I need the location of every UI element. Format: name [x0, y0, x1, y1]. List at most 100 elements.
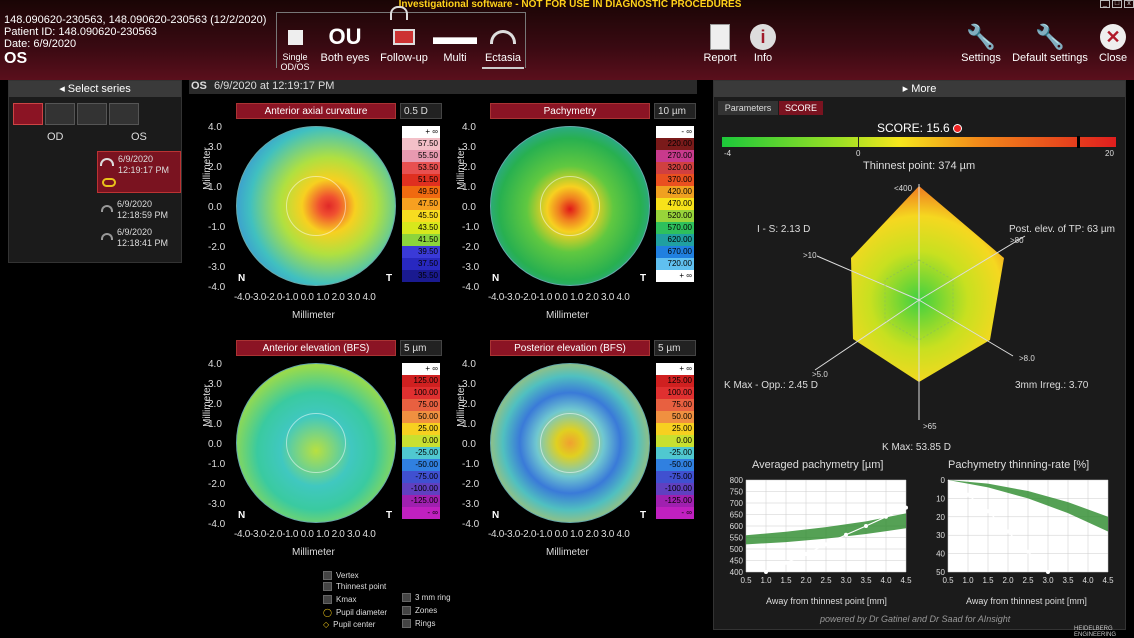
map-unit-select[interactable]: 5 µm [400, 340, 442, 356]
map-title[interactable]: Anterior elevation (BFS) [236, 340, 396, 356]
x-tick-label: 2.5 [1022, 576, 1034, 585]
heidelberg-logo: HEIDELBERG ENGINEERING [1074, 626, 1117, 638]
x-ticks: -4.0-3.0-2.0-1.0 0.0 1.0 2.0 3.0 4.0 [234, 292, 376, 303]
scale-value: 620.00 [656, 234, 694, 246]
multi-icon: ▬▬ [433, 24, 477, 49]
y-tick: 0.0 [462, 439, 476, 450]
kmax-opp-label: K Max - Opp.: 2.45 D [724, 380, 818, 391]
default-settings-button[interactable]: 🔧 Default settings [1008, 22, 1092, 65]
x-tick-label: 3.5 [860, 576, 872, 585]
more-header[interactable]: ▸ More [714, 81, 1125, 97]
vertex-label: Vertex [336, 571, 359, 580]
x-ticks: -4.0-3.0-2.0-1.0 0.0 1.0 2.0 3.0 4.0 [488, 529, 630, 540]
multi-button[interactable]: ▬▬ Multi [433, 22, 477, 64]
scale-value: 51.50 [402, 174, 440, 186]
x-tick-label: 1.0 [962, 576, 974, 585]
pupil-diameter-toggle[interactable]: ◯ Pupil diameter [323, 608, 387, 617]
irreg-label: 3mm Irreg.: 3.70 [1015, 380, 1089, 391]
y-tick: -4.0 [462, 519, 480, 530]
y-tick-label: 0 [941, 476, 946, 485]
tab-parameters[interactable]: Parameters [718, 101, 778, 115]
scan-filter-icon[interactable] [77, 103, 107, 125]
multi-label: Multi [443, 52, 467, 64]
scale-value: 57.50 [402, 138, 440, 150]
close-button[interactable]: ✕ Close [1096, 22, 1130, 64]
scale-value: 49.50 [402, 186, 440, 198]
both-eyes-icon: OU [328, 24, 362, 49]
chart1-title: Averaged pachymetry [µm] [752, 459, 884, 471]
thinnest-label: Thinnest point [336, 582, 387, 591]
scale-value: 39.50 [402, 246, 440, 258]
follow-up-button[interactable]: Follow-up [378, 22, 430, 64]
window-close-icon[interactable]: x [1124, 0, 1134, 8]
scale-value: - ∞ [656, 126, 694, 138]
ring-toggle[interactable]: 3 mm ring [402, 593, 451, 603]
scale-value: 100.00 [656, 387, 694, 399]
series-date: 6/9/2020 [118, 154, 154, 164]
data-point [1006, 529, 1010, 534]
zones-toggle[interactable]: Zones [402, 606, 437, 616]
is-label: I - S: 2.13 D [757, 224, 811, 235]
y-tick: -2.0 [462, 479, 480, 490]
select-series-header[interactable]: ◂ Select series [9, 81, 181, 97]
map-title[interactable]: Posterior elevation (BFS) [490, 340, 650, 356]
scale-value: 370.00 [656, 174, 694, 186]
y-tick: -4.0 [462, 282, 480, 293]
series-item[interactable]: 6/9/2020 12:18:41 PM [97, 225, 181, 251]
y-axis-label: Millimeter [455, 384, 467, 427]
credit-text: powered by Dr Gatinel and Dr Saad for AI… [820, 614, 1011, 624]
series-item[interactable]: 6/9/2020 12:19:17 PM [97, 151, 181, 193]
settings-button[interactable]: 🔧 Settings [958, 22, 1004, 65]
y-tick: -3.0 [462, 499, 480, 510]
single-odos-button[interactable]: Single OD/OS [276, 22, 314, 72]
series-date: 6/9/2020 [117, 227, 153, 237]
scale-value: -50.00 [656, 459, 694, 471]
scale-value: 520.00 [656, 210, 694, 222]
series-item[interactable]: 6/9/2020 12:18:59 PM [97, 197, 181, 223]
chart2-xlabel: Away from thinnest point [mm] [966, 596, 1087, 606]
series-date: 6/9/2020 [117, 199, 153, 209]
ectasia-button[interactable]: Ectasia [482, 22, 524, 69]
scale-value: 50.00 [656, 411, 694, 423]
scale-value: 100.00 [402, 387, 440, 399]
cornea-filter-icon[interactable] [109, 103, 139, 125]
score-min: -4 [724, 149, 732, 158]
map-unit-select[interactable]: 0.5 D [400, 103, 442, 119]
map-unit-select[interactable]: 5 µm [654, 340, 696, 356]
scale-value: 720.00 [656, 258, 694, 270]
x-ticks: -4.0-3.0-2.0-1.0 0.0 1.0 2.0 3.0 4.0 [234, 529, 376, 540]
ectasia-filter-icon[interactable] [13, 103, 43, 125]
pupil-center-toggle[interactable]: ◇ Pupil center [323, 620, 375, 629]
scale-value: 35.50 [402, 270, 440, 282]
eye-visible-icon[interactable] [102, 178, 116, 187]
more-label: More [911, 83, 937, 95]
tab-score[interactable]: SCORE [779, 101, 823, 115]
map-title[interactable]: Anterior axial curvature [236, 103, 396, 119]
scale-value: 25.00 [402, 423, 440, 435]
score-value: SCORE: 15.6 [877, 121, 950, 135]
both-eyes-button[interactable]: OU Both eyes [320, 22, 370, 64]
y-tick: 4.0 [462, 122, 476, 133]
map-title[interactable]: Pachymetry [490, 103, 650, 119]
report-button[interactable]: Report [700, 22, 740, 64]
kmax-toggle[interactable]: Kmax [323, 595, 356, 605]
maximize-icon[interactable]: □ [1112, 0, 1122, 8]
rings-toggle[interactable]: Rings [402, 619, 435, 629]
limit-label: >80 [1010, 236, 1024, 245]
scale-value: -75.00 [402, 471, 440, 483]
data-point [864, 524, 868, 528]
thinning-rate-chart: 010203040500.5 1.0 1.5 2.0 2.5 3.0 3.5 4.0 4.5 [936, 476, 1114, 585]
scale-value: -100.00 [656, 483, 694, 495]
wrench-icon: 🔧 [966, 23, 996, 51]
info-button[interactable]: i Info [746, 22, 780, 64]
x-tick-label: 4.0 [1082, 576, 1094, 585]
map-unit-select[interactable]: 10 µm [654, 103, 696, 119]
thinnest-toggle[interactable]: Thinnest point [323, 582, 387, 592]
minimize-icon[interactable]: _ [1100, 0, 1110, 8]
y-tick: 4.0 [208, 122, 222, 133]
vertex-toggle[interactable]: Vertex [323, 571, 359, 581]
x-ticks: -4.0-3.0-2.0-1.0 0.0 1.0 2.0 3.0 4.0 [488, 292, 630, 303]
x-tick-label: 2.0 [800, 576, 812, 585]
scale-value: 55.50 [402, 150, 440, 162]
topo-filter-icon[interactable] [45, 103, 75, 125]
